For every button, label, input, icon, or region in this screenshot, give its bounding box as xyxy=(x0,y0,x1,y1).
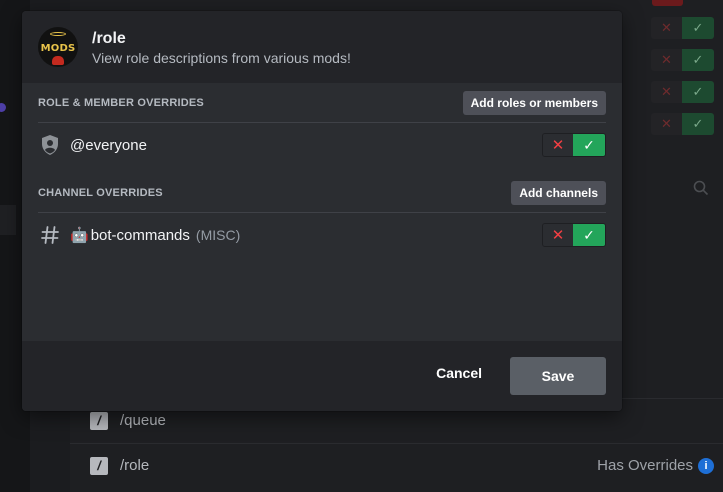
cancel-button[interactable]: Cancel xyxy=(436,365,482,381)
override-row: 🤖 bot-commands (MISC) ✕ ✓ xyxy=(38,213,606,257)
command-permissions-modal: MODS /role View role descriptions from v… xyxy=(22,11,622,411)
bg-deny-indicator xyxy=(652,0,683,6)
crewmate-icon xyxy=(52,56,64,65)
modal-header: MODS /role View role descriptions from v… xyxy=(22,11,622,83)
channel-category: (MISC) xyxy=(195,227,241,243)
allow-button[interactable]: ✓ xyxy=(573,134,605,156)
slash-command-icon: / xyxy=(90,456,108,475)
bg-permission-toggle: ✕ ✓ xyxy=(651,17,714,39)
command-description: View role descriptions from various mods… xyxy=(92,50,351,66)
slash-command-icon: / xyxy=(90,411,108,430)
section-label: CHANNEL OVERRIDES xyxy=(38,186,163,199)
bg-permission-toggle: ✕ ✓ xyxy=(651,49,714,71)
role-overrides-section: ROLE & MEMBER OVERRIDES Add roles or mem… xyxy=(38,83,606,167)
channel-name: bot-commands xyxy=(90,226,190,244)
section-header: ROLE & MEMBER OVERRIDES Add roles or mem… xyxy=(38,83,606,123)
section-header: CHANNEL OVERRIDES Add channels xyxy=(38,173,606,213)
avatar-label: MODS xyxy=(40,42,76,54)
allow-button[interactable]: ✓ xyxy=(573,224,605,246)
bg-permission-toggle: ✕ ✓ xyxy=(651,113,714,135)
selected-server-indicator xyxy=(0,205,16,235)
modal-footer: Cancel Save xyxy=(22,341,622,411)
command-row: / /role Has Overrides i xyxy=(70,443,723,487)
command-name: /queue xyxy=(120,412,166,429)
command-name: /role xyxy=(120,457,150,474)
permission-toggle: ✕ ✓ xyxy=(542,133,606,157)
deny-button[interactable]: ✕ xyxy=(543,134,574,156)
info-icon: i xyxy=(698,457,714,474)
unread-indicator xyxy=(0,103,6,112)
shield-icon xyxy=(38,133,62,157)
hash-icon xyxy=(38,223,62,247)
deny-button[interactable]: ✕ xyxy=(543,224,574,246)
search-icon xyxy=(693,180,711,198)
overrides-status: Has Overrides xyxy=(597,457,693,474)
halo-icon xyxy=(50,32,66,36)
bg-permission-toggle: ✕ ✓ xyxy=(651,81,714,103)
section-label: ROLE & MEMBER OVERRIDES xyxy=(38,96,204,109)
save-button[interactable]: Save xyxy=(510,357,606,395)
channel-overrides-section: CHANNEL OVERRIDES Add channels 🤖 bot-com… xyxy=(38,173,606,257)
add-roles-button[interactable]: Add roles or members xyxy=(462,90,606,115)
permission-toggle: ✕ ✓ xyxy=(542,223,606,247)
override-row: @everyone ✕ ✓ xyxy=(38,123,606,167)
role-name: @everyone xyxy=(70,136,147,154)
add-channels-button[interactable]: Add channels xyxy=(511,180,606,205)
robot-emoji-icon: 🤖 xyxy=(70,227,89,244)
bot-avatar: MODS xyxy=(38,27,78,67)
command-title: /role xyxy=(92,30,126,47)
